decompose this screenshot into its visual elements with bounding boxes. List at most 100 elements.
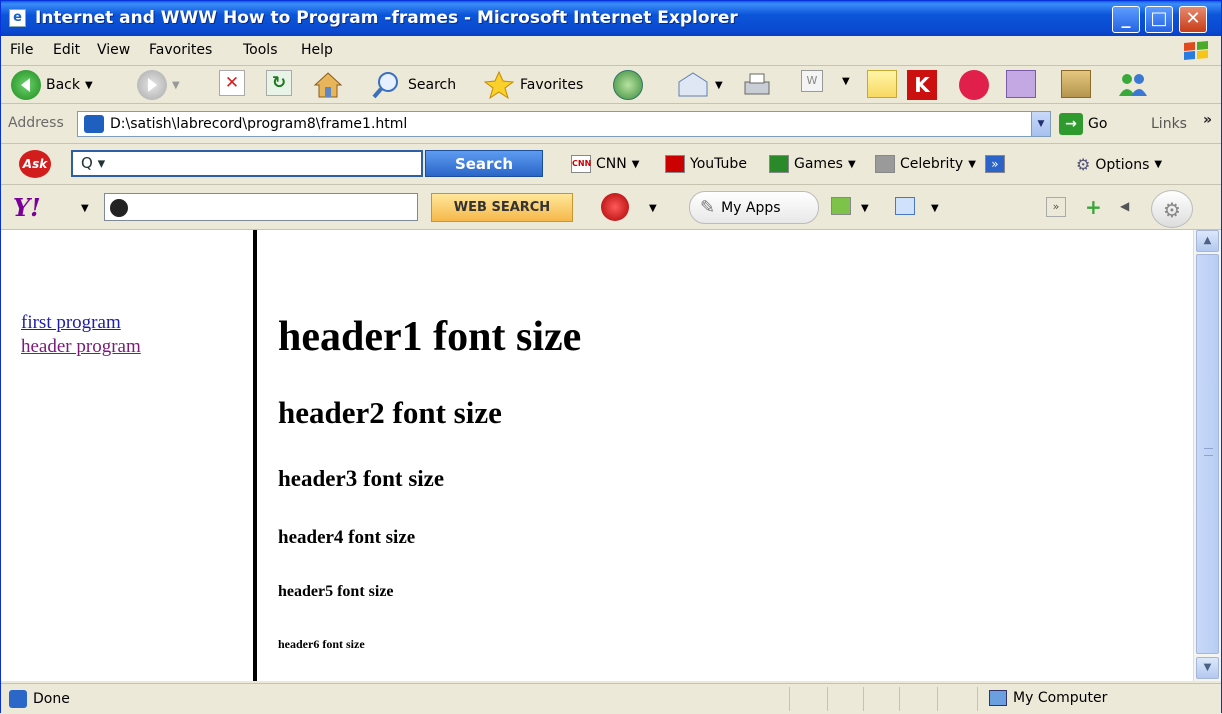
home-button[interactable] [313,70,343,100]
expand-icon[interactable]: » [1046,197,1066,217]
yahoo-logo[interactable]: Y! [13,193,41,222]
search-icon [110,199,128,217]
edit-button[interactable]: W ▼ [801,70,850,92]
translate-button[interactable] [1061,70,1091,98]
games-button[interactable]: Games ▼ [769,155,856,173]
close-icon: ✕ [1185,8,1201,29]
status-done: Done [9,690,70,708]
close-button[interactable]: ✕ [1179,6,1207,33]
cnn-icon: CNN [571,155,591,173]
forward-arrow-icon [137,70,167,100]
ask-logo[interactable]: Ask [19,150,51,178]
chevron-left-icon[interactable]: ◀ [1120,199,1129,213]
youtube-icon [665,155,685,173]
menu-tools[interactable]: Tools [243,42,278,58]
menu-help[interactable]: Help [301,42,333,58]
messenger-button[interactable] [959,70,989,100]
left-frame: first program header program [1,230,257,681]
research-button[interactable] [1006,70,1036,98]
forward-button[interactable]: ▼ [137,70,180,100]
my-apps-button[interactable]: ✎ My Apps [689,191,819,224]
cnn-button[interactable]: CNN CNN ▼ [571,155,639,173]
go-button[interactable]: → Go [1059,113,1107,135]
more-icon[interactable]: » [984,155,1005,173]
mail-icon [678,72,708,97]
chevron-down-icon[interactable]: ▼ [81,203,89,214]
celebrity-button[interactable]: Celebrity ▼ » [875,155,1005,173]
menu-file[interactable]: File [10,42,33,58]
address-value: D:\satish\labrecord\program8\frame1.html [110,116,408,132]
menu-favorites[interactable]: Favorites [149,42,212,58]
back-button[interactable]: Back ▼ [11,70,93,100]
sticky-note-icon [867,70,897,98]
menu-edit[interactable]: Edit [53,42,80,58]
heading-4: header4 font size [278,527,416,548]
window-title: Internet and WWW How to Program -frames … [35,8,738,28]
scroll-up-icon[interactable]: ▲ [1196,230,1219,252]
yahoo-search-input[interactable] [104,193,418,221]
search-button[interactable]: Search [371,70,456,100]
security-zone: My Computer [989,690,1107,706]
computer-icon [989,690,1007,706]
ie-page-icon: e [9,9,26,27]
back-arrow-icon [11,70,41,100]
chevron-down-icon[interactable]: ▼ [861,203,869,214]
vertical-scrollbar[interactable]: ▲ ▼ [1193,230,1221,681]
address-dropdown-icon[interactable]: ▼ [1031,112,1050,136]
antispy-icon[interactable] [601,193,629,221]
status-text: Done [33,691,70,707]
chevron-down-icon[interactable]: ▼ [649,203,657,214]
celebrity-icon [875,155,895,173]
ask-search-button[interactable]: Search [425,150,543,177]
star-icon [483,70,515,100]
history-button[interactable] [613,70,643,100]
youtube-button[interactable]: YouTube [665,155,747,173]
chevron-down-icon[interactable]: ▼ [931,203,939,214]
zone-label: My Computer [1013,690,1108,706]
youtube-label: YouTube [690,156,747,172]
address-bar: Address D:\satish\labrecord\program8\fra… [1,104,1221,144]
bookmark-icon[interactable] [831,197,851,215]
favorites-button[interactable]: Favorites [483,70,583,100]
chevron-down-icon: ▼ [85,79,93,91]
mail-icon[interactable] [895,197,915,215]
heading-5: header5 font size [278,583,394,600]
web-search-button[interactable]: WEB SEARCH [431,193,573,222]
menu-view[interactable]: View [97,42,130,58]
links-button[interactable]: Links » [1151,112,1212,132]
nav-links: first program header program [21,311,141,359]
scroll-thumb[interactable] [1196,254,1219,654]
yahoo-toolbar: Y! ▼ WEB SEARCH ▼ ✎ My Apps ▼ ▼ » + ◀ ⚙ [1,185,1221,230]
kaspersky-button[interactable]: K [907,70,937,100]
link-first-program[interactable]: first program [21,311,141,335]
notes-button[interactable] [867,70,897,98]
minimize-button[interactable]: _ [1112,6,1140,33]
mail-button[interactable]: ▼ [676,70,723,100]
maximize-icon: □ [1150,8,1168,29]
title-bar[interactable]: e Internet and WWW How to Program -frame… [1,1,1221,36]
ie-page-icon [9,690,27,708]
ask-search-input[interactable]: Q ▾ [71,150,423,177]
go-label: Go [1088,116,1108,132]
my-apps-label: My Apps [721,199,781,216]
print-button[interactable] [741,70,773,100]
refresh-button[interactable]: ↻ [266,70,292,96]
address-input[interactable]: D:\satish\labrecord\program8\frame1.html… [77,111,1051,137]
go-arrow-icon: → [1059,113,1083,135]
scroll-down-icon[interactable]: ▼ [1196,657,1219,679]
msn-messenger-button[interactable] [1116,70,1150,100]
search-icon [372,72,398,99]
standard-toolbar: Back ▼ ▼ ✕ ↻ Search Favorites ▼ W ▼ K [1,66,1221,104]
chevron-down-icon: ▼ [172,79,180,91]
games-label: Games [794,156,843,172]
link-header-program[interactable]: header program [21,335,141,359]
search-label: Search [408,77,457,93]
refresh-icon: ↻ [266,70,292,96]
stop-button[interactable]: ✕ [219,70,245,96]
browser-window: e Internet and WWW How to Program -frame… [0,0,1222,714]
maximize-button[interactable]: □ [1145,6,1173,33]
options-button[interactable]: ⚙ Options ▼ [1076,155,1162,174]
ie-page-icon [84,115,104,133]
settings-gear-icon[interactable]: ⚙ [1151,190,1193,228]
add-icon[interactable]: + [1085,195,1102,219]
